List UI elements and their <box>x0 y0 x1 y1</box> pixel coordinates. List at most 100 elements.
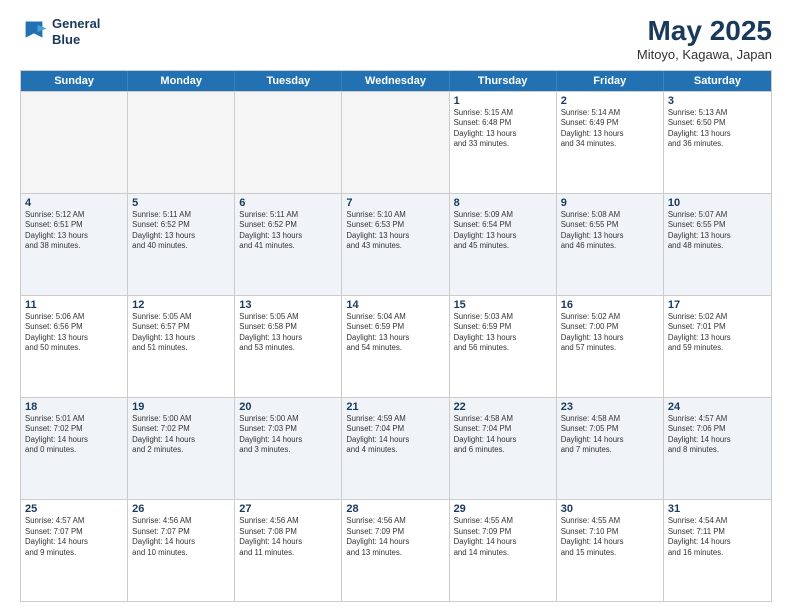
day-number: 12 <box>132 299 230 311</box>
day-cell-13: 13Sunrise: 5:05 AMSunset: 6:58 PMDayligh… <box>235 296 342 397</box>
location: Mitoyo, Kagawa, Japan <box>637 47 772 62</box>
day-number: 13 <box>239 299 337 311</box>
header-day-tuesday: Tuesday <box>235 71 342 91</box>
day-cell-18: 18Sunrise: 5:01 AMSunset: 7:02 PMDayligh… <box>21 398 128 499</box>
logo-text: General Blue <box>52 16 100 47</box>
day-info: Sunrise: 5:04 AMSunset: 6:59 PMDaylight:… <box>346 312 444 354</box>
day-info: Sunrise: 4:56 AMSunset: 7:08 PMDaylight:… <box>239 516 337 558</box>
day-number: 5 <box>132 197 230 209</box>
empty-cell <box>21 92 128 193</box>
day-number: 2 <box>561 95 659 107</box>
day-info: Sunrise: 5:10 AMSunset: 6:53 PMDaylight:… <box>346 210 444 252</box>
day-info: Sunrise: 4:57 AMSunset: 7:07 PMDaylight:… <box>25 516 123 558</box>
calendar-row-3: 11Sunrise: 5:06 AMSunset: 6:56 PMDayligh… <box>21 295 771 397</box>
day-cell-3: 3Sunrise: 5:13 AMSunset: 6:50 PMDaylight… <box>664 92 771 193</box>
day-number: 4 <box>25 197 123 209</box>
day-number: 16 <box>561 299 659 311</box>
day-info: Sunrise: 5:11 AMSunset: 6:52 PMDaylight:… <box>132 210 230 252</box>
day-info: Sunrise: 4:59 AMSunset: 7:04 PMDaylight:… <box>346 414 444 456</box>
calendar-row-2: 4Sunrise: 5:12 AMSunset: 6:51 PMDaylight… <box>21 193 771 295</box>
header-day-monday: Monday <box>128 71 235 91</box>
day-cell-10: 10Sunrise: 5:07 AMSunset: 6:55 PMDayligh… <box>664 194 771 295</box>
calendar-row-1: 1Sunrise: 5:15 AMSunset: 6:48 PMDaylight… <box>21 91 771 193</box>
day-cell-5: 5Sunrise: 5:11 AMSunset: 6:52 PMDaylight… <box>128 194 235 295</box>
header-day-friday: Friday <box>557 71 664 91</box>
day-number: 8 <box>454 197 552 209</box>
empty-cell <box>342 92 449 193</box>
day-number: 11 <box>25 299 123 311</box>
day-info: Sunrise: 5:00 AMSunset: 7:02 PMDaylight:… <box>132 414 230 456</box>
day-number: 25 <box>25 503 123 515</box>
header-day-thursday: Thursday <box>450 71 557 91</box>
logo: General Blue <box>20 16 100 47</box>
title-block: May 2025 Mitoyo, Kagawa, Japan <box>637 16 772 62</box>
day-info: Sunrise: 5:12 AMSunset: 6:51 PMDaylight:… <box>25 210 123 252</box>
day-cell-22: 22Sunrise: 4:58 AMSunset: 7:04 PMDayligh… <box>450 398 557 499</box>
day-info: Sunrise: 4:54 AMSunset: 7:11 PMDaylight:… <box>668 516 767 558</box>
day-info: Sunrise: 5:03 AMSunset: 6:59 PMDaylight:… <box>454 312 552 354</box>
day-number: 14 <box>346 299 444 311</box>
day-cell-20: 20Sunrise: 5:00 AMSunset: 7:03 PMDayligh… <box>235 398 342 499</box>
day-cell-26: 26Sunrise: 4:56 AMSunset: 7:07 PMDayligh… <box>128 500 235 601</box>
day-info: Sunrise: 4:55 AMSunset: 7:09 PMDaylight:… <box>454 516 552 558</box>
day-cell-29: 29Sunrise: 4:55 AMSunset: 7:09 PMDayligh… <box>450 500 557 601</box>
header: General Blue May 2025 Mitoyo, Kagawa, Ja… <box>20 16 772 62</box>
day-cell-24: 24Sunrise: 4:57 AMSunset: 7:06 PMDayligh… <box>664 398 771 499</box>
day-info: Sunrise: 5:05 AMSunset: 6:57 PMDaylight:… <box>132 312 230 354</box>
day-number: 28 <box>346 503 444 515</box>
day-number: 29 <box>454 503 552 515</box>
day-number: 23 <box>561 401 659 413</box>
day-cell-4: 4Sunrise: 5:12 AMSunset: 6:51 PMDaylight… <box>21 194 128 295</box>
day-cell-11: 11Sunrise: 5:06 AMSunset: 6:56 PMDayligh… <box>21 296 128 397</box>
logo-icon <box>20 18 48 46</box>
day-number: 27 <box>239 503 337 515</box>
day-info: Sunrise: 5:13 AMSunset: 6:50 PMDaylight:… <box>668 108 767 150</box>
day-info: Sunrise: 4:58 AMSunset: 7:04 PMDaylight:… <box>454 414 552 456</box>
empty-cell <box>128 92 235 193</box>
day-number: 15 <box>454 299 552 311</box>
day-info: Sunrise: 4:56 AMSunset: 7:09 PMDaylight:… <box>346 516 444 558</box>
day-number: 26 <box>132 503 230 515</box>
day-number: 6 <box>239 197 337 209</box>
calendar-row-4: 18Sunrise: 5:01 AMSunset: 7:02 PMDayligh… <box>21 397 771 499</box>
day-info: Sunrise: 5:06 AMSunset: 6:56 PMDaylight:… <box>25 312 123 354</box>
day-cell-15: 15Sunrise: 5:03 AMSunset: 6:59 PMDayligh… <box>450 296 557 397</box>
day-number: 7 <box>346 197 444 209</box>
day-number: 24 <box>668 401 767 413</box>
day-cell-2: 2Sunrise: 5:14 AMSunset: 6:49 PMDaylight… <box>557 92 664 193</box>
day-number: 3 <box>668 95 767 107</box>
day-cell-23: 23Sunrise: 4:58 AMSunset: 7:05 PMDayligh… <box>557 398 664 499</box>
day-number: 30 <box>561 503 659 515</box>
day-info: Sunrise: 5:08 AMSunset: 6:55 PMDaylight:… <box>561 210 659 252</box>
day-cell-7: 7Sunrise: 5:10 AMSunset: 6:53 PMDaylight… <box>342 194 449 295</box>
day-cell-30: 30Sunrise: 4:55 AMSunset: 7:10 PMDayligh… <box>557 500 664 601</box>
day-number: 21 <box>346 401 444 413</box>
day-number: 1 <box>454 95 552 107</box>
month-title: May 2025 <box>637 16 772 47</box>
day-number: 10 <box>668 197 767 209</box>
page: General Blue May 2025 Mitoyo, Kagawa, Ja… <box>0 0 792 612</box>
day-info: Sunrise: 4:55 AMSunset: 7:10 PMDaylight:… <box>561 516 659 558</box>
day-cell-12: 12Sunrise: 5:05 AMSunset: 6:57 PMDayligh… <box>128 296 235 397</box>
calendar-row-5: 25Sunrise: 4:57 AMSunset: 7:07 PMDayligh… <box>21 499 771 601</box>
day-number: 19 <box>132 401 230 413</box>
day-info: Sunrise: 5:02 AMSunset: 7:00 PMDaylight:… <box>561 312 659 354</box>
day-cell-25: 25Sunrise: 4:57 AMSunset: 7:07 PMDayligh… <box>21 500 128 601</box>
day-info: Sunrise: 4:56 AMSunset: 7:07 PMDaylight:… <box>132 516 230 558</box>
day-number: 17 <box>668 299 767 311</box>
day-info: Sunrise: 5:05 AMSunset: 6:58 PMDaylight:… <box>239 312 337 354</box>
day-number: 22 <box>454 401 552 413</box>
day-info: Sunrise: 5:01 AMSunset: 7:02 PMDaylight:… <box>25 414 123 456</box>
day-info: Sunrise: 5:15 AMSunset: 6:48 PMDaylight:… <box>454 108 552 150</box>
day-cell-27: 27Sunrise: 4:56 AMSunset: 7:08 PMDayligh… <box>235 500 342 601</box>
calendar-body: 1Sunrise: 5:15 AMSunset: 6:48 PMDaylight… <box>21 91 771 601</box>
day-number: 9 <box>561 197 659 209</box>
calendar: SundayMondayTuesdayWednesdayThursdayFrid… <box>20 70 772 602</box>
day-cell-19: 19Sunrise: 5:00 AMSunset: 7:02 PMDayligh… <box>128 398 235 499</box>
day-cell-16: 16Sunrise: 5:02 AMSunset: 7:00 PMDayligh… <box>557 296 664 397</box>
day-cell-1: 1Sunrise: 5:15 AMSunset: 6:48 PMDaylight… <box>450 92 557 193</box>
header-day-saturday: Saturday <box>664 71 771 91</box>
day-cell-28: 28Sunrise: 4:56 AMSunset: 7:09 PMDayligh… <box>342 500 449 601</box>
header-day-sunday: Sunday <box>21 71 128 91</box>
day-number: 18 <box>25 401 123 413</box>
